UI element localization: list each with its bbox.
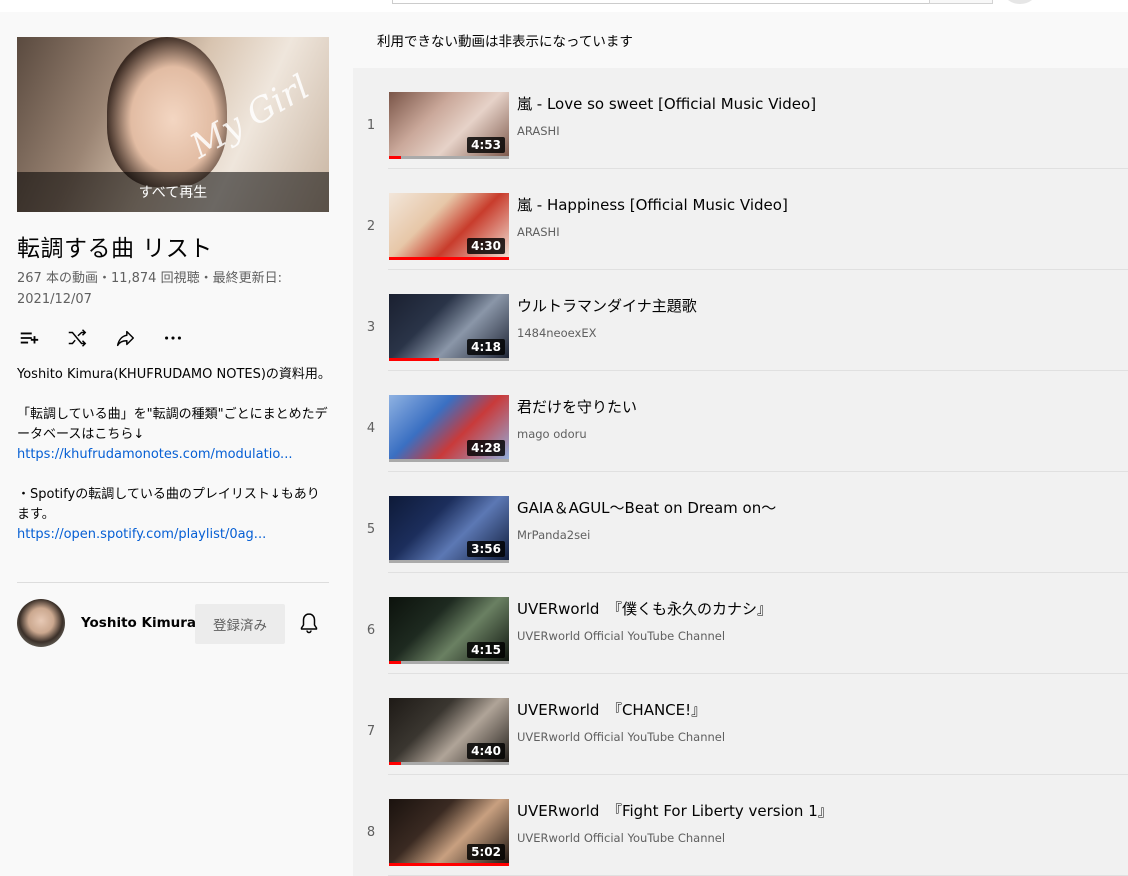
playlist-stats: 267 本の動画・11,874 回視聴・最終更新日: 2021/12/07 <box>17 271 282 307</box>
video-title[interactable]: 嵐 - Love so sweet [Official Music Video] <box>517 93 816 114</box>
share-icon <box>116 330 134 347</box>
owner-avatar[interactable] <box>17 599 65 647</box>
playlist-video-row[interactable]: 6 4:15 UVERworld 『僕くも永久のカナシ』 UVERworld Offi… <box>353 573 1128 674</box>
video-title[interactable]: ウルトラマンダイナ主題歌 <box>517 295 697 316</box>
playlist-actions <box>17 326 185 350</box>
video-thumbnail[interactable]: 4:30 <box>389 193 509 260</box>
database-link[interactable]: https://khufrudamonotes.com/modulatio... <box>17 445 331 465</box>
bell-icon <box>300 613 318 634</box>
video-channel[interactable]: mago odoru <box>517 427 587 441</box>
playlist-video-row[interactable]: 2 4:30 嵐 - Happiness [Official Music Video… <box>353 169 1128 270</box>
subscribe-button[interactable]: 登録済み <box>195 604 285 644</box>
playlist-title: 転調する曲 リスト <box>17 236 213 262</box>
owner-name[interactable]: Yoshito Kimura <box>81 615 196 631</box>
playlist-video-row[interactable]: 3 4:18 ウルトラマンダイナ主題歌 1484neoexEX <box>353 270 1128 371</box>
video-duration: 4:28 <box>467 440 505 456</box>
hidden-videos-notice: 利用できない動画は非表示になっています <box>377 34 633 50</box>
video-duration: 5:02 <box>467 844 505 860</box>
top-bar <box>0 0 1128 12</box>
video-duration: 3:56 <box>467 541 505 557</box>
watch-progress-track <box>389 156 509 159</box>
video-thumbnail[interactable]: 4:18 <box>389 294 509 361</box>
video-channel[interactable]: 1484neoexEX <box>517 326 597 340</box>
description-line: Yoshito Kimura(KHUFRUDAMO NOTES)の資料用。 <box>17 367 331 382</box>
video-index: 5 <box>366 522 376 537</box>
description-line: 「転調している曲」を"転調の種類"ごとにまとめたデータベースはこちら↓ <box>17 407 328 442</box>
search-button[interactable] <box>929 0 993 4</box>
video-duration: 4:15 <box>467 642 505 658</box>
video-index: 4 <box>366 421 376 436</box>
video-duration: 4:18 <box>467 339 505 355</box>
spotify-link[interactable]: https://open.spotify.com/playlist/0ag... <box>17 525 331 545</box>
video-channel[interactable]: UVERworld Official YouTube Channel <box>517 831 725 845</box>
watch-progress-bar <box>389 156 401 159</box>
video-thumbnail[interactable]: 4:15 <box>389 597 509 664</box>
add-to-queue-icon <box>20 332 39 344</box>
watch-progress-bar <box>389 661 401 664</box>
video-index: 1 <box>366 118 376 133</box>
watch-progress-track <box>389 459 509 462</box>
video-title[interactable]: UVERworld 『僕くも永久のカナシ』 <box>517 598 772 619</box>
video-thumbnail[interactable]: 5:02 <box>389 799 509 866</box>
video-index: 7 <box>366 724 376 739</box>
playlist-video-row[interactable]: 4 4:28 君だけを守りたい mago odoru <box>353 371 1128 472</box>
notification-bell-button[interactable] <box>297 611 321 635</box>
video-channel[interactable]: MrPanda2sei <box>517 528 590 542</box>
watch-progress-bar <box>389 762 401 765</box>
play-all-button[interactable]: すべて再生 <box>17 172 329 212</box>
add-to-queue-button[interactable] <box>17 326 41 350</box>
video-thumbnail[interactable]: 3:56 <box>389 496 509 563</box>
video-channel[interactable]: UVERworld Official YouTube Channel <box>517 730 725 744</box>
playlist-video-row[interactable]: 1 4:53 嵐 - Love so sweet [Official Music V… <box>353 68 1128 169</box>
video-duration: 4:40 <box>467 743 505 759</box>
watch-progress-bar <box>389 863 509 866</box>
playlist-description: Yoshito Kimura(KHUFRUDAMO NOTES)の資料用。 「転… <box>17 365 331 545</box>
video-title[interactable]: UVERworld 『CHANCE!』 <box>517 699 706 720</box>
shuffle-button[interactable] <box>65 326 89 350</box>
account-avatar[interactable] <box>1004 0 1036 4</box>
video-thumbnail[interactable]: 4:53 <box>389 92 509 159</box>
video-thumbnail[interactable]: 4:28 <box>389 395 509 462</box>
watch-progress-track <box>389 560 509 563</box>
more-icon <box>165 336 181 340</box>
divider <box>17 582 329 583</box>
video-channel[interactable]: ARASHI <box>517 225 560 239</box>
shuffle-icon <box>68 329 87 347</box>
more-button[interactable] <box>161 326 185 350</box>
playlist-video-row[interactable]: 5 3:56 GAIA＆AGUL～Beat on Dream on～ MrPanda2… <box>353 472 1128 573</box>
playlist-video-row[interactable]: 8 5:02 UVERworld 『Fight For Liberty versio… <box>353 775 1128 876</box>
video-duration: 4:30 <box>467 238 505 254</box>
video-title[interactable]: 君だけを守りたい <box>517 396 637 417</box>
thumbnail-figure <box>107 37 227 187</box>
video-title[interactable]: GAIA＆AGUL～Beat on Dream on～ <box>517 497 776 518</box>
video-channel[interactable]: UVERworld Official YouTube Channel <box>517 629 725 643</box>
playlist-sidebar: My Girl すべて再生 転調する曲 リスト 267 本の動画・11,874 … <box>0 12 353 876</box>
video-list: 1 4:53 嵐 - Love so sweet [Official Music V… <box>353 68 1128 876</box>
playlist-thumbnail[interactable]: My Girl すべて再生 <box>17 37 329 212</box>
playlist-owner: Yoshito Kimura 登録済み <box>17 599 329 647</box>
watch-progress-bar <box>389 257 509 260</box>
watch-progress-bar <box>389 358 440 361</box>
playlist-video-row[interactable]: 7 4:40 UVERworld 『CHANCE!』 UVERworld Offici… <box>353 674 1128 775</box>
watch-progress-track <box>389 661 509 664</box>
video-index: 8 <box>366 825 376 840</box>
video-thumbnail[interactable]: 4:40 <box>389 698 509 765</box>
description-line: ・Spotifyの転調している曲のプレイリスト↓もあります。 <box>17 487 320 522</box>
video-title[interactable]: 嵐 - Happiness [Official Music Video] <box>517 194 788 215</box>
video-index: 2 <box>366 219 376 234</box>
watch-progress-track <box>389 762 509 765</box>
video-index: 6 <box>366 623 376 638</box>
video-channel[interactable]: ARASHI <box>517 124 560 138</box>
video-title[interactable]: UVERworld 『Fight For Liberty version 1』 <box>517 800 833 821</box>
video-index: 3 <box>366 320 376 335</box>
search-input[interactable] <box>392 0 930 4</box>
share-button[interactable] <box>113 326 137 350</box>
video-duration: 4:53 <box>467 137 505 153</box>
